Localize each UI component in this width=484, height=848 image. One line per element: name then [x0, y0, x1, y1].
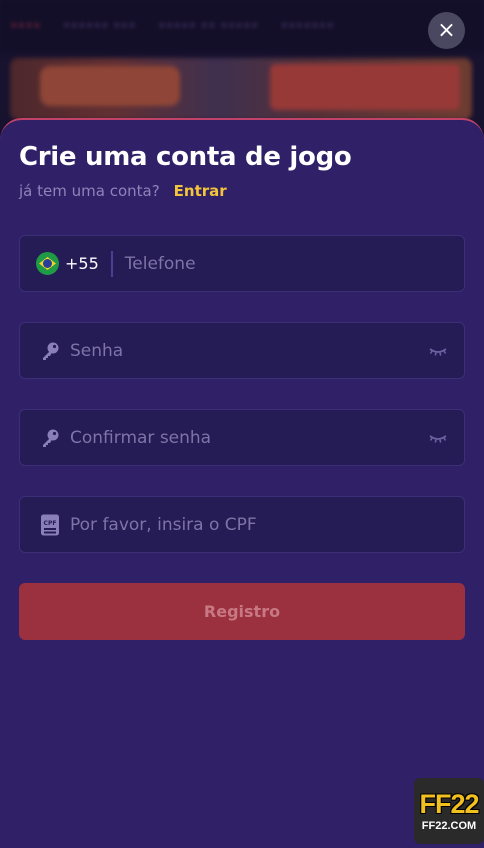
background-page: •••• •••••• ••• ••••• •• ••••• •••••••	[0, 0, 484, 130]
phone-input[interactable]: Telefone	[125, 254, 196, 274]
eye-closed-icon[interactable]	[428, 429, 448, 447]
background-banner	[10, 58, 472, 120]
password-field[interactable]: Senha	[19, 322, 465, 379]
cpf-icon-text: CPF	[44, 520, 57, 527]
brazil-flag-icon	[36, 252, 59, 275]
register-button[interactable]: Registro	[19, 583, 465, 640]
background-nav-item: •••••••	[280, 19, 335, 33]
logo-main-text: FF22	[419, 789, 479, 819]
phone-field[interactable]: +55 Telefone	[19, 235, 465, 292]
logo-sub-text: FF22.COM	[421, 820, 477, 832]
login-prompt-text: já tem uma conta?	[19, 182, 160, 200]
close-button[interactable]: ×	[428, 12, 465, 49]
confirm-password-input[interactable]: Confirmar senha	[70, 428, 211, 448]
cpf-field[interactable]: CPF Por favor, insira o CPF	[19, 496, 465, 553]
background-nav: •••• •••••• ••• ••••• •• ••••• •••••••	[0, 0, 484, 52]
background-nav-item: •••••• •••	[62, 19, 136, 33]
background-nav-item: ••••• •• •••••	[157, 19, 259, 33]
eye-closed-icon[interactable]	[428, 342, 448, 360]
page-title: Crie uma conta de jogo	[19, 142, 352, 172]
register-sheet: Crie uma conta de jogo já tem uma conta?…	[0, 118, 484, 848]
password-input[interactable]: Senha	[70, 341, 123, 361]
login-prompt: já tem uma conta? Entrar	[19, 182, 227, 200]
id-card-icon: CPF	[40, 514, 60, 535]
key-icon	[40, 428, 60, 448]
close-icon: ×	[437, 17, 456, 43]
country-code-selector[interactable]: +55	[65, 254, 99, 273]
cpf-input[interactable]: Por favor, insira o CPF	[70, 515, 257, 535]
ff22-logo[interactable]: FF22 FF22.COM	[414, 778, 484, 844]
key-icon	[40, 341, 60, 361]
confirm-password-field[interactable]: Confirmar senha	[19, 409, 465, 466]
login-link[interactable]: Entrar	[174, 182, 227, 200]
background-nav-item: ••••	[10, 19, 41, 33]
field-divider	[110, 250, 113, 277]
